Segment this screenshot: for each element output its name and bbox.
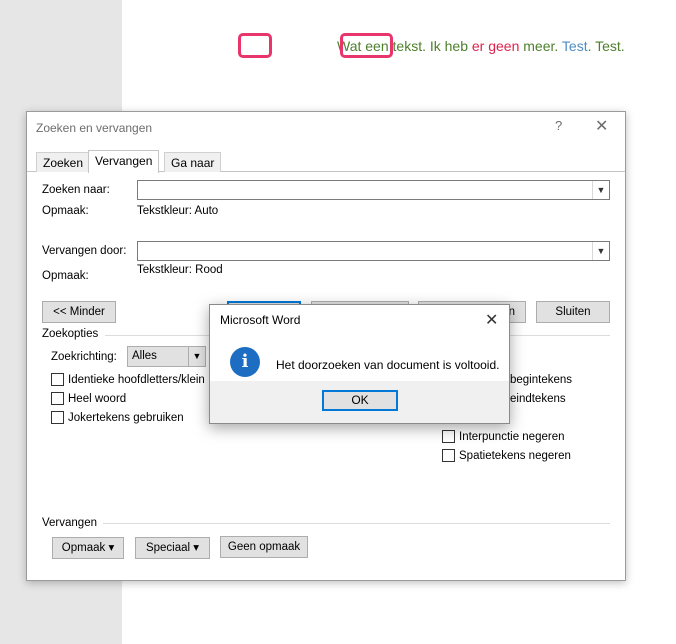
- tab-zoeken[interactable]: Zoeken: [36, 152, 91, 172]
- divider: [103, 523, 610, 524]
- direction-value: Alles: [132, 350, 157, 362]
- highlight-box: [340, 33, 393, 58]
- doc-segment: meer.: [519, 38, 562, 54]
- find-label: Zoeken naar:: [42, 184, 110, 196]
- wildcards-checkbox[interactable]: Jokertekens gebruiken: [51, 411, 184, 424]
- doc-segment-red: er geen: [471, 38, 520, 54]
- replace-section-header: Vervangen: [42, 517, 97, 529]
- suffix-option-label: eindtekens: [510, 393, 566, 405]
- help-button[interactable]: ?: [555, 118, 562, 133]
- highlight-box: [238, 33, 272, 58]
- message-title: Microsoft Word: [220, 313, 301, 327]
- info-icon: i: [230, 347, 260, 377]
- checkbox-box[interactable]: [442, 449, 455, 462]
- tab-vervangen[interactable]: Vervangen: [88, 150, 160, 173]
- find-input[interactable]: ▼: [137, 180, 610, 200]
- chevron-down-icon[interactable]: ▼: [592, 181, 609, 199]
- find-format-value: Tekstkleur: Auto: [137, 205, 219, 217]
- close-button[interactable]: Sluiten: [536, 301, 610, 323]
- search-options-header: Zoekopties: [42, 328, 99, 340]
- checkbox-box[interactable]: [51, 373, 64, 386]
- message-box: Microsoft Word ✕ i Het doorzoeken van do…: [209, 304, 510, 424]
- checkbox-box[interactable]: [442, 430, 455, 443]
- replace-format-value: Tekstkleur: Rood: [137, 264, 223, 276]
- ok-button[interactable]: OK: [322, 390, 398, 411]
- replace-input[interactable]: ▼: [137, 241, 610, 261]
- direction-label: Zoekrichting:: [51, 351, 117, 363]
- special-button[interactable]: Speciaal ▾: [135, 537, 210, 559]
- tab-ga-naar[interactable]: Ga naar: [164, 152, 222, 172]
- checkbox-label: Spatietekens negeren: [459, 449, 571, 462]
- chevron-down-icon: ▼: [188, 347, 205, 366]
- find-format-label: Opmaak:: [42, 205, 89, 217]
- checkbox-box[interactable]: [51, 392, 64, 405]
- less-button[interactable]: << Minder: [42, 301, 116, 323]
- checkbox-box[interactable]: [51, 411, 64, 424]
- ignore-punctuation-checkbox[interactable]: Interpunctie negeren: [442, 430, 565, 443]
- chevron-down-icon[interactable]: ▼: [592, 242, 609, 260]
- checkbox-label: Identieke hoofdletters/klein: [68, 373, 205, 386]
- whole-word-checkbox[interactable]: Heel woord: [51, 392, 126, 405]
- dialog-close-button[interactable]: ✕: [595, 116, 608, 136]
- message-body: i Het doorzoeken van document is voltooi…: [210, 335, 509, 381]
- no-format-button[interactable]: Geen opmaak: [220, 536, 308, 558]
- dialog-title: Zoeken en vervangen: [36, 121, 153, 135]
- replace-label: Vervangen door:: [42, 245, 127, 257]
- checkbox-label: Heel woord: [68, 392, 127, 405]
- doc-segment: tekst. Ik heb: [388, 38, 472, 54]
- replace-format-label: Opmaak:: [42, 270, 89, 282]
- format-button[interactable]: Opmaak ▾: [52, 537, 124, 559]
- message-close-button[interactable]: ✕: [485, 310, 498, 330]
- doc-segment: . Test.: [587, 38, 625, 54]
- checkbox-label: Jokertekens gebruiken: [68, 411, 184, 424]
- message-title-bar: Microsoft Word ✕: [210, 305, 509, 335]
- match-case-checkbox[interactable]: Identieke hoofdletters/klein: [51, 373, 205, 386]
- direction-select[interactable]: Alles ▼: [127, 346, 206, 367]
- prefix-option-label: begintekens: [510, 374, 573, 386]
- message-text: Het doorzoeken van document is voltooid.: [276, 358, 500, 372]
- ignore-spaces-checkbox[interactable]: Spatietekens negeren: [442, 449, 571, 462]
- doc-segment-blue: Test: [561, 38, 588, 54]
- checkbox-label: Interpunctie negeren: [459, 430, 565, 443]
